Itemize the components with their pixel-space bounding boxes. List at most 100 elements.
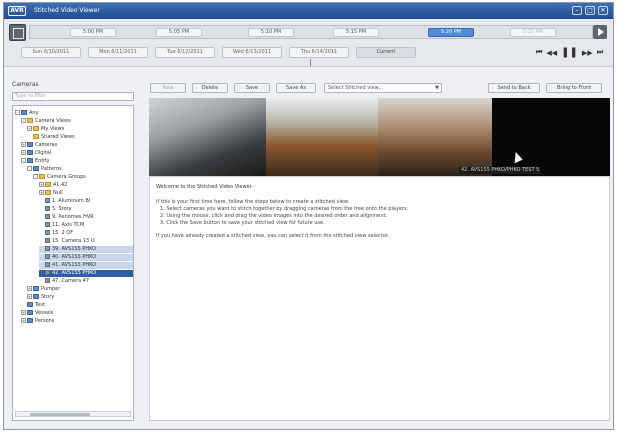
camera-icon	[45, 262, 50, 267]
folder-icon	[27, 142, 33, 147]
skip-forward-button[interactable]: ⏭	[597, 48, 603, 57]
day-tab[interactable]: Tue 6/12/2011	[155, 47, 215, 58]
tree-item[interactable]: 39. AVS1S5 PHKO	[39, 246, 133, 253]
stitched-view-select[interactable]: Select Stitched view... ▼	[324, 83, 442, 93]
time-chip[interactable]: 5:05 PM	[156, 28, 202, 37]
rewind-button[interactable]: ◀◀	[546, 49, 557, 57]
video-tile-1[interactable]	[149, 98, 266, 176]
tree-item-label: Shared Views	[41, 134, 75, 140]
expand-icon[interactable]: +	[39, 190, 44, 195]
camera-tree[interactable]: - Any - Camera Views + My Views Shared Views + C…	[12, 105, 134, 421]
transport-controls: ⏮ ◀◀ ❚❚ ▶▶ ⏭	[536, 47, 603, 58]
cameras-label: Cameras	[12, 81, 39, 88]
expand-icon[interactable]: +	[27, 294, 32, 299]
tree-item[interactable]: 5. Story	[39, 206, 133, 213]
expand-icon[interactable]: +	[21, 318, 26, 323]
expand-icon[interactable]: +	[21, 142, 26, 147]
bring-to-front-button[interactable]: Bring to Front	[546, 83, 602, 93]
tree-item[interactable]: 41. AVS1S5 PHKO	[39, 262, 133, 269]
tree-item[interactable]: + Null	[39, 190, 133, 197]
time-chip[interactable]: 5:25 PM	[510, 28, 556, 37]
collapse-icon[interactable]: -	[15, 110, 20, 115]
time-chip[interactable]: 5:15 PM	[333, 28, 379, 37]
tree-item-label: Entity	[35, 158, 50, 164]
tree-item[interactable]: Test	[21, 302, 133, 309]
video-tile-4[interactable]	[492, 98, 610, 176]
skip-back-button[interactable]: ⏮	[536, 48, 542, 57]
video-tile-3[interactable]	[378, 98, 492, 176]
tree-item[interactable]: 42. AVS1S5 PHKO	[39, 270, 133, 277]
play-live-button[interactable]	[593, 25, 607, 39]
expand-icon[interactable]: +	[27, 126, 32, 131]
tree-item[interactable]: + Digital	[21, 150, 133, 157]
time-strip[interactable]: 5:00 PM 5:05 PM 5:10 PM 5:15 PM 5:20 PM 5:25 …	[29, 25, 593, 39]
tree-item-label: Test	[35, 302, 45, 308]
expand-icon[interactable]: +	[21, 150, 26, 155]
expand-icon[interactable]: +	[27, 286, 32, 291]
tree-item[interactable]: - Camera Views	[21, 118, 133, 125]
stitched-video-area[interactable]: 42. AVS1S5 PHKO/PHKO TEST 5	[149, 98, 610, 176]
tree-item[interactable]: 15. Camera 13 O	[39, 238, 133, 245]
tree-item-label: My Views	[41, 126, 65, 132]
collapse-icon[interactable]: -	[27, 166, 32, 171]
tree-item-label: Persons	[35, 318, 55, 324]
folder-icon	[21, 110, 27, 115]
collapse-icon[interactable]: -	[21, 158, 26, 163]
send-to-back-button[interactable]: Send to Back	[488, 83, 540, 93]
delete-button[interactable]: Delete	[192, 83, 228, 93]
tree-item[interactable]: 15. 2 OF	[39, 230, 133, 237]
tree-item[interactable]: - Any	[15, 110, 133, 117]
tree-item[interactable]: 11. Axis TCM	[39, 222, 133, 229]
day-tab[interactable]: Mon 6/11/2011	[88, 47, 148, 58]
tree-item[interactable]: 47. Camera 47	[39, 278, 133, 285]
instruction-existing: If you have already created a stitched v…	[156, 233, 390, 239]
time-chip[interactable]: 5:20 PM	[428, 28, 474, 37]
tree-item[interactable]: + Pumper	[27, 286, 133, 293]
maximize-button[interactable]: □	[585, 6, 595, 15]
tree-item[interactable]: - Camera Groups	[33, 174, 133, 181]
tree-horizontal-scrollbar[interactable]	[15, 411, 131, 417]
app-window: AVR Stitched Video Viewer – □ ✕ 5:00 PM 5…	[3, 2, 614, 430]
timeline-mode-icon[interactable]	[9, 24, 26, 41]
new-button[interactable]: New	[150, 83, 186, 93]
tree-item[interactable]: + Cameras	[21, 142, 133, 149]
tree-item[interactable]: Shared Views	[27, 134, 133, 141]
tree-item[interactable]: 9. Xenomes HVR	[39, 214, 133, 221]
tree-item-label: Camera Groups	[47, 174, 87, 180]
collapse-icon[interactable]: -	[33, 174, 38, 179]
pause-button[interactable]: ❚❚	[561, 47, 578, 58]
window-title: Stitched Video Viewer	[34, 7, 100, 14]
tree-item[interactable]: +41.42	[39, 182, 133, 189]
tree-item-label: 39. AVS1S5 PHKO	[52, 246, 97, 252]
collapse-icon[interactable]: -	[21, 118, 26, 123]
video-tile-2[interactable]	[266, 98, 378, 176]
tree-item[interactable]: - Entity	[21, 158, 133, 165]
tree-item[interactable]: - Patterns	[27, 166, 133, 173]
expand-icon[interactable]: +	[21, 310, 26, 315]
minimize-button[interactable]: –	[572, 6, 582, 15]
time-chip[interactable]: 5:00 PM	[70, 28, 116, 37]
tree-item[interactable]: + Story	[27, 294, 133, 301]
folder-icon	[33, 134, 39, 139]
tree-item-label: 15. Camera 13 O	[52, 238, 95, 244]
close-button[interactable]: ✕	[598, 6, 608, 15]
tree-item-label: Vessels	[35, 310, 54, 316]
tree-item[interactable]: + My Views	[27, 126, 133, 133]
tree-item[interactable]: 40. AVS1S5 PHKO	[39, 254, 133, 261]
tree-item[interactable]: + Vessels	[21, 310, 133, 317]
tree-item-label: Any	[29, 110, 39, 116]
save-as-button[interactable]: Save As	[276, 83, 316, 93]
expand-icon[interactable]: +	[39, 182, 44, 187]
day-tab[interactable]: Thu 6/14/2011	[289, 47, 349, 58]
fast-forward-button[interactable]: ▶▶	[582, 49, 593, 57]
instruction-intro: If this is your first time here, follow …	[156, 199, 350, 205]
camera-filter-input[interactable]: Type to filter	[12, 92, 134, 101]
tree-item[interactable]: 1. Aluminum Bl	[39, 198, 133, 205]
day-tab[interactable]: Wed 6/13/2011	[222, 47, 282, 58]
tree-item[interactable]: + Persons	[21, 318, 133, 325]
save-button[interactable]: Save	[234, 83, 270, 93]
time-chip[interactable]: 5:10 PM	[248, 28, 294, 37]
day-tab[interactable]: Sun 6/10/2011	[21, 47, 81, 58]
folder-icon	[33, 166, 39, 171]
day-tab-current[interactable]: Current	[356, 47, 416, 58]
